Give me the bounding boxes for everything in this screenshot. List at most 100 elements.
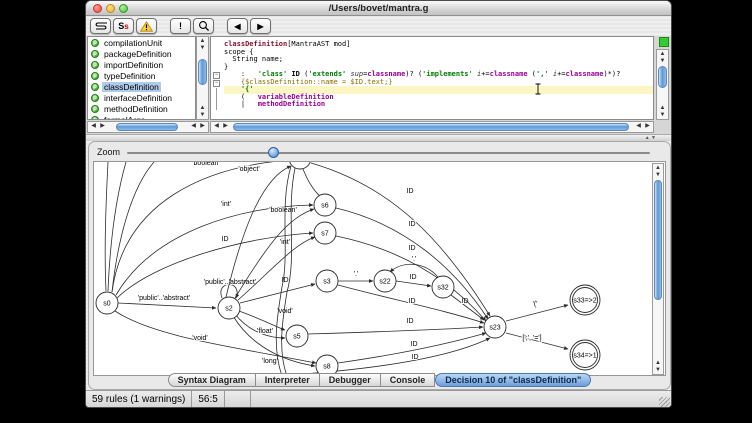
- dfa-edge: [311, 163, 490, 316]
- dfa-edge-label: 'boolean': [192, 162, 220, 167]
- editor-vertical-scrollbar[interactable]: ▲ ▼ ▲ ▼: [656, 49, 669, 120]
- dfa-state-s7: s7: [314, 222, 336, 244]
- code-line: String name;: [224, 56, 653, 64]
- rule-item-label: classDefinition: [102, 82, 161, 92]
- dfa-edge-label: '.': [412, 256, 417, 263]
- tab-debugger[interactable]: Debugger: [320, 373, 381, 387]
- rule-item-formalArgs[interactable]: pformalArgs: [88, 114, 195, 120]
- dfa-edge-label: ID: [410, 274, 417, 281]
- dfa-edge: [105, 162, 108, 291]
- dfa-edge-label: 'void': [277, 308, 293, 315]
- dfa-edge-label: '.': [354, 271, 359, 278]
- dfa-diagram: 'public'..'abstract''public'..'abstract'…: [94, 162, 652, 376]
- status-message: [251, 391, 671, 408]
- dfa-state-s2: s2: [218, 297, 240, 319]
- zoom-label: Zoom: [97, 147, 120, 157]
- title-bar[interactable]: /Users/bovet/mantra.g: [86, 1, 671, 16]
- tab-decision-10-of-classdefinition-[interactable]: Decision 10 of "classDefinition": [435, 373, 591, 387]
- dfa-edge-label: '(': [532, 301, 537, 308]
- splitter[interactable]: ▲ ▼: [86, 134, 671, 141]
- rule-item-typeDefinition[interactable]: ptypeDefinition: [88, 70, 195, 81]
- dfa-edge: [274, 338, 490, 376]
- forward-button[interactable]: ▶: [250, 18, 271, 34]
- rule-item-label: importDefinition: [102, 60, 165, 70]
- rule-item-label: packageDefinition: [102, 49, 174, 59]
- dfa-diagram-view[interactable]: 'public'..'abstract''public'..'abstract'…: [93, 161, 666, 376]
- rules-horizontal-scrollbar[interactable]: ◀ ▶ ◀ ▶: [87, 121, 209, 133]
- status-spacer: [225, 391, 251, 408]
- dfa-edge-label: 'float': [257, 328, 273, 335]
- fold-guide-line: [216, 88, 217, 110]
- parser-rule-icon: p: [91, 94, 99, 102]
- status-rules: 59 rules (1 warnings): [86, 391, 192, 408]
- dfa-edge-label: 'void': [192, 335, 208, 342]
- rule-item-interfaceDefinition[interactable]: pinterfaceDefinition: [88, 92, 195, 103]
- tab-console[interactable]: Console: [381, 373, 436, 387]
- svg-text:s2: s2: [225, 306, 233, 313]
- dfa-edge: [118, 303, 216, 308]
- toolbar: Ss ! ◀ ▶: [86, 17, 671, 36]
- check-grammar-button[interactable]: !: [170, 18, 191, 34]
- rule-item-packageDefinition[interactable]: ppackageDefinition: [88, 48, 195, 59]
- dfa-edge-label: [';', '=']: [522, 335, 541, 342]
- syntax-diagram-icon: [94, 21, 108, 31]
- rule-item-compilationUnit[interactable]: pcompilationUnit: [88, 37, 195, 48]
- rule-item-label: interfaceDefinition: [102, 93, 174, 103]
- svg-text:s7: s7: [321, 231, 329, 238]
- code-line: {$classDefinition::name = $ID.text;}: [224, 79, 653, 87]
- svg-text:s8: s8: [323, 364, 331, 371]
- zoom-slider-thumb[interactable]: [268, 147, 279, 158]
- diagram-vscroll-thumb[interactable]: [654, 180, 662, 300]
- search-icon: [198, 20, 210, 32]
- dfa-edge-label: ID: [222, 236, 229, 243]
- forward-arrow-icon: ▶: [257, 22, 263, 31]
- warnings-button[interactable]: [136, 18, 157, 34]
- dfa-edge: [108, 162, 126, 291]
- grammar-editor[interactable]: classDefinition[MantraAST mod]scope { St…: [210, 36, 654, 120]
- rule-item-importDefinition[interactable]: pimportDefinition: [88, 59, 195, 70]
- parser-rule-icon: p: [91, 50, 99, 58]
- dfa-edge-label: ID: [412, 354, 419, 361]
- tab-syntax-diagram[interactable]: Syntax Diagram: [168, 373, 256, 387]
- rules-hscroll-thumb[interactable]: [116, 123, 178, 131]
- dfa-edge: [276, 166, 291, 376]
- find-button[interactable]: [193, 18, 214, 34]
- dfa-state-clipped: [289, 162, 311, 169]
- status-caret-position: 56:5: [192, 391, 224, 408]
- text-cursor-icon: [534, 83, 542, 95]
- dfa-edge: [308, 327, 483, 334]
- dfa-edge: [238, 237, 315, 300]
- back-button[interactable]: ◀: [227, 18, 248, 34]
- rule-item-label: methodDefinition: [102, 104, 170, 114]
- dfa-edge-label: 'public'..'abstract': [138, 295, 190, 302]
- rule-item-methodDefinition[interactable]: pmethodDefinition: [88, 103, 195, 114]
- dfa-state-s23: s23: [484, 316, 506, 338]
- dfa-edge-label: 'long': [262, 358, 278, 365]
- diagram-vertical-scrollbar[interactable]: ▲ ▼ ▲ ▼: [652, 163, 664, 375]
- dfa-edge: [303, 169, 320, 196]
- resize-grip[interactable]: [659, 397, 670, 408]
- dfa-edge-label: ID: [409, 245, 416, 252]
- dfa-edge-label: ID: [409, 221, 416, 228]
- editor-hscroll-thumb[interactable]: [233, 123, 629, 131]
- dfa-edge-label: 'boolean': [269, 207, 297, 214]
- svg-text:s0: s0: [103, 301, 111, 308]
- fold-marker[interactable]: −: [213, 80, 220, 87]
- back-arrow-icon: ◀: [234, 22, 240, 31]
- zoom-slider[interactable]: [127, 152, 650, 154]
- editor-horizontal-scrollbar[interactable]: ◀ ▶ ◀ ▶: [210, 121, 654, 133]
- rules-vscroll-thumb[interactable]: [198, 59, 207, 85]
- syntax-diagram-button[interactable]: [90, 18, 111, 34]
- rule-item-classDefinition[interactable]: pclassDefinition: [88, 81, 195, 92]
- parser-rule-icon: p: [91, 61, 99, 69]
- editor-vscroll-thumb[interactable]: [658, 66, 667, 88]
- tab-bar: Syntax DiagramInterpreterDebuggerConsole…: [89, 373, 670, 387]
- tab-interpreter[interactable]: Interpreter: [256, 373, 320, 387]
- svg-text:s5: s5: [293, 334, 301, 341]
- code-view[interactable]: classDefinition[MantraAST mod]scope { St…: [224, 41, 653, 109]
- rules-list-button[interactable]: Ss: [113, 18, 134, 34]
- rules-list[interactable]: pcompilationUnitppackageDefinitionpimpor…: [87, 36, 196, 120]
- rule-item-label: compilationUnit: [102, 38, 164, 48]
- rules-vertical-scrollbar[interactable]: ▲ ▼ ▲ ▼: [196, 36, 209, 120]
- fold-marker[interactable]: −: [213, 72, 220, 79]
